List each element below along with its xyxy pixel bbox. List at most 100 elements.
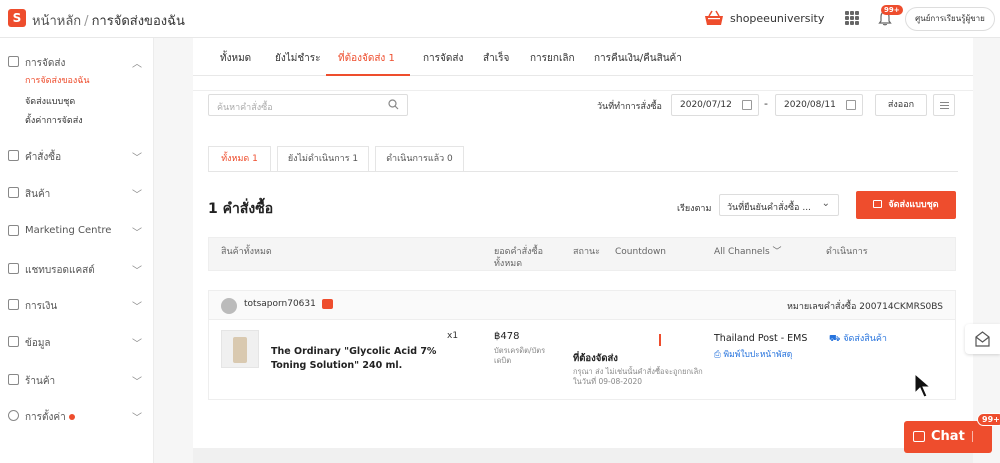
sidebar-item-my-shipping[interactable]: การจัดส่งของฉัน	[25, 73, 90, 87]
order-total: ฿478	[494, 331, 520, 342]
date-to-value: 2020/08/11	[784, 100, 836, 110]
avatar	[221, 298, 237, 314]
date-to-field[interactable]: 2020/08/11	[775, 94, 863, 116]
export-button[interactable]: ส่งออก	[875, 94, 927, 116]
sidebar-section-label: แชทบรอดแคสต์	[25, 265, 95, 276]
sidebar-section-finance[interactable]: การเงิน ﹀	[0, 295, 154, 315]
sidebar-section-label: ร้านค้า	[25, 376, 56, 387]
sort-select[interactable]: วันที่ยืนยันคำสั่งซื้อ ... ⌄	[719, 194, 839, 216]
floating-tool-button[interactable]	[965, 324, 1000, 354]
sidebar-section-shipping[interactable]: การจัดส่ง ︿	[0, 52, 154, 72]
sidebar: การจัดส่ง ︿ การจัดส่งของฉัน จัดส่งแบบชุด…	[0, 38, 154, 463]
payment-method: บัตรเครดิต/บัตรเดบิต	[494, 346, 546, 365]
sidebar-section-label: สินค้า	[25, 189, 51, 200]
chat-icon[interactable]	[322, 299, 333, 309]
sidebar-section-shop[interactable]: ร้านค้า ﹀	[0, 370, 154, 390]
header-total: ยอดคำสั่งซื้อ ทั้งหมด	[494, 247, 543, 269]
calendar-icon	[742, 100, 752, 110]
chevron-down-icon: ﹀	[132, 266, 142, 277]
tab-return-refund[interactable]: การคืนเงิน/คืนสินค้า	[594, 51, 682, 66]
truck-icon	[8, 56, 19, 67]
sidebar-section-products[interactable]: สินค้า ﹀	[0, 183, 154, 203]
buyer-username[interactable]: totsaporn70631	[244, 299, 316, 309]
date-filter-label: วันที่ทำการสั่งซื้อ	[597, 102, 662, 112]
truck-icon: ⛟	[829, 334, 841, 344]
subtab-pending[interactable]: ยังไม่ดำเนินการ 1	[277, 146, 369, 172]
breadcrumb: หน้าหลัก / การจัดส่งของฉัน	[32, 10, 185, 31]
header-status: สถานะ	[573, 247, 600, 257]
bag-icon	[8, 187, 19, 198]
seller-education-button[interactable]: ศูนย์การเรียนรู้ผู้ขาย	[905, 7, 995, 31]
sidebar-item-batch-shipping[interactable]: จัดส่งแบบชุด	[25, 94, 75, 108]
sidebar-section-label: คำสั่งซื้อ	[25, 152, 62, 163]
list-menu-button[interactable]	[933, 94, 955, 116]
chevron-down-icon: ﹀	[132, 228, 142, 239]
product-quantity: x1	[447, 331, 459, 341]
shipping-carrier: Thailand Post - EMS	[714, 333, 808, 344]
chevron-down-icon: ﹀	[132, 377, 142, 388]
shop-basket-icon[interactable]	[703, 9, 725, 27]
date-from-field[interactable]: 2020/07/12	[671, 94, 759, 116]
chat-label: Chat	[931, 429, 965, 444]
chat-bubble-icon	[913, 431, 925, 442]
tab-cancelled[interactable]: การยกเลิก	[530, 51, 575, 66]
status-note: กรุณา ส่ง ไม่เช่นนั้นคำสั่งซื้อจะถูกยกเล…	[573, 367, 703, 386]
countdown-indicator	[659, 334, 661, 346]
date-separator: -	[764, 97, 768, 110]
breadcrumb-home[interactable]: หน้าหลัก	[32, 14, 81, 29]
calendar-icon	[846, 100, 856, 110]
shopee-logo-icon[interactable]: S	[8, 9, 26, 27]
breadcrumb-current: การจัดส่งของฉัน	[91, 14, 185, 29]
apps-grid-icon[interactable]	[845, 11, 859, 25]
tab-shipping[interactable]: การจัดส่ง	[423, 51, 463, 66]
sidebar-section-broadcast[interactable]: แชทบรอดแคสต์ ﹀	[0, 259, 154, 279]
chevron-up-icon: ︿	[132, 59, 142, 70]
subtab-processed[interactable]: ดำเนินการแล้ว 0	[375, 146, 464, 172]
sidebar-section-label: การตั้งค่า	[25, 410, 75, 425]
sidebar-section-orders[interactable]: คำสั่งซื้อ ﹀	[0, 146, 154, 166]
order-search-input[interactable]: ค้นหาคำสั่งซื้อ	[208, 94, 408, 116]
orders-panel: ทั้งหมด ยังไม่ชำระ ที่ต้องจัดส่ง 1 การจั…	[193, 38, 973, 448]
sidebar-section-data[interactable]: ข้อมูล ﹀	[0, 332, 154, 352]
sidebar-section-label: การเงิน	[25, 301, 58, 312]
tag-icon	[8, 225, 19, 236]
gear-icon	[8, 410, 19, 421]
chat-button[interactable]: Chat	[904, 421, 992, 453]
sidebar-section-label: การจัดส่ง	[25, 58, 66, 69]
store-icon	[8, 374, 19, 385]
subtab-all[interactable]: ทั้งหมด 1	[208, 146, 271, 172]
subtab-baseline	[208, 171, 958, 172]
tab-all[interactable]: ทั้งหมด	[220, 51, 251, 66]
tab-to-ship[interactable]: ที่ต้องจัดส่ง 1	[338, 51, 395, 66]
search-placeholder: ค้นหาคำสั่งซื้อ	[217, 103, 273, 113]
shop-name[interactable]: shopeeuniversity	[730, 12, 824, 25]
chevron-down-icon: ﹀	[132, 190, 142, 201]
channels-filter[interactable]: All Channels ﹀	[714, 246, 782, 258]
tab-completed[interactable]: สำเร็จ	[483, 51, 509, 66]
notification-badge: 99+	[881, 5, 903, 15]
product-thumbnail[interactable]	[221, 330, 259, 368]
divider	[193, 90, 973, 91]
print-waybill-link[interactable]: ⎙ พิมพ์ใบปะหน้าพัสดุ	[714, 347, 792, 361]
sidebar-section-settings[interactable]: การตั้งค่า ﹀	[0, 406, 154, 426]
sidebar-item-shipping-settings[interactable]: ตั้งค่าการจัดส่ง	[25, 113, 83, 127]
tab-unpaid[interactable]: ยังไม่ชำระ	[275, 51, 321, 66]
chevron-down-icon: ﹀	[132, 413, 142, 424]
chevron-down-icon: ﹀	[772, 247, 782, 257]
mail-open-icon	[975, 331, 990, 347]
sidebar-section-marketing[interactable]: Marketing Centre ﹀	[0, 221, 154, 241]
product-name: The Ordinary "Glycolic Acid 7% Toning So…	[271, 346, 437, 371]
arrange-shipment-link[interactable]: ⛟ จัดส่งสินค้า	[829, 331, 887, 345]
order-row: The Ordinary "Glycolic Acid 7% Toning So…	[208, 320, 956, 400]
chat-expand-icon[interactable]	[972, 431, 982, 442]
alert-dot	[68, 414, 75, 420]
header-action: ดำเนินการ	[826, 247, 868, 257]
breadcrumb-separator: /	[84, 14, 89, 29]
order-status-tabs: ทั้งหมด ยังไม่ชำระ ที่ต้องจัดส่ง 1 การจั…	[193, 38, 973, 76]
search-icon[interactable]	[388, 99, 399, 110]
batch-ship-button[interactable]: จัดส่งแบบชุด	[856, 191, 956, 219]
sort-value: วันที่ยืนยันคำสั่งซื้อ ...	[727, 203, 811, 213]
date-from-value: 2020/07/12	[680, 100, 732, 110]
broadcast-icon	[8, 263, 19, 274]
clipboard-icon	[8, 150, 19, 161]
